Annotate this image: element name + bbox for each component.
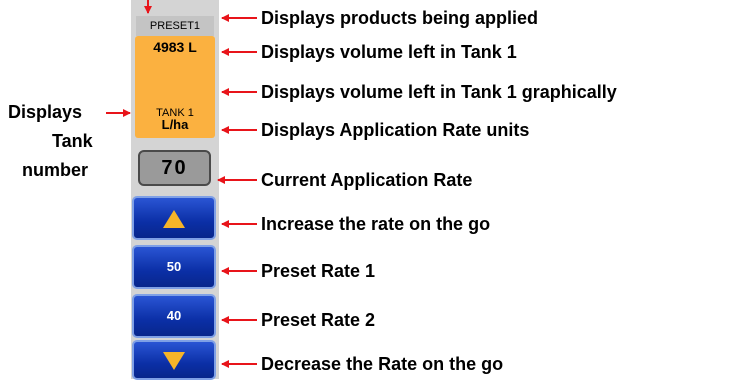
callout-preset2: Preset Rate 2 xyxy=(261,310,376,330)
callout-tank-number-line1: Displays xyxy=(8,102,83,122)
callout-tank-number-line2: Tank xyxy=(52,131,93,151)
callout-tank-number-line3: number xyxy=(22,160,89,180)
callout-preset1: Preset Rate 1 xyxy=(261,261,376,281)
callout-volume-left: Displays volume left in Tank 1 xyxy=(261,42,517,62)
callout-products: Displays products being applied xyxy=(261,8,539,28)
callout-tank-number: Displays Tank number xyxy=(6,98,124,185)
callout-volume-graphic: Displays volume left in Tank 1 graphical… xyxy=(261,82,617,102)
callout-increase: Increase the rate on the go xyxy=(261,214,491,234)
callout-decrease: Decrease the Rate on the go xyxy=(261,354,504,374)
callout-current-rate: Current Application Rate xyxy=(261,170,473,190)
callout-rate-units: Displays Application Rate units xyxy=(261,120,530,140)
